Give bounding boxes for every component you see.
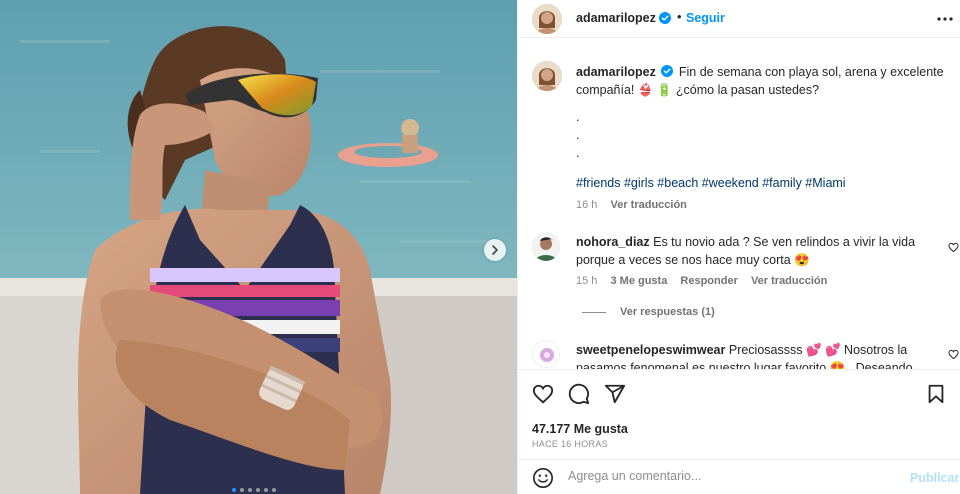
- verified-badge-icon: [661, 65, 674, 77]
- chevron-right-icon: [492, 245, 498, 255]
- commenter-avatar[interactable]: [532, 340, 560, 368]
- view-replies-button[interactable]: Ver respuestas (1): [582, 306, 715, 318]
- share-icon[interactable]: [604, 383, 626, 405]
- caption-time: 16 h: [576, 199, 598, 211]
- view-replies-label: Ver respuestas (1): [620, 306, 715, 318]
- comment-username[interactable]: sweetpenelopeswimwear: [576, 343, 725, 357]
- caption-username[interactable]: adamarilopez: [576, 65, 656, 79]
- more-options-icon[interactable]: [936, 10, 954, 28]
- carousel-indicator: [232, 488, 276, 492]
- post-timestamp: HACE 16 HORAS: [532, 439, 608, 449]
- carousel-dot: [232, 488, 236, 492]
- comment: nohora_diaz Es tu novio ada ? Se ven rel…: [576, 233, 941, 269]
- comment-username[interactable]: nohora_diaz: [576, 235, 650, 249]
- carousel-dot: [272, 488, 276, 492]
- caption-dot: .: [576, 128, 580, 142]
- likes-count[interactable]: 47.177 Me gusta: [532, 422, 628, 436]
- reply-button[interactable]: Responder: [680, 275, 737, 287]
- caption-dot: .: [576, 110, 580, 124]
- author-avatar[interactable]: [532, 4, 562, 34]
- bookmark-icon[interactable]: [925, 383, 947, 405]
- like-comment-heart-icon[interactable]: [948, 349, 959, 360]
- add-comment-bar: Publicar: [518, 459, 960, 494]
- carousel-dot: [256, 488, 260, 492]
- caption-avatar[interactable]: [532, 61, 562, 91]
- caption-hashtags[interactable]: #friends #girls #beach #weekend #family …: [576, 176, 846, 190]
- comment-time: 15 h: [576, 275, 598, 287]
- carousel-next-button[interactable]: [484, 239, 506, 261]
- carousel-dot: [248, 488, 252, 492]
- like-comment-heart-icon[interactable]: [948, 242, 959, 253]
- photo-woman-at-beach: [0, 0, 517, 494]
- comments-list[interactable]: adamarilopez Fin de semana con playa sol…: [518, 47, 960, 369]
- post-caption: adamarilopez Fin de semana con playa sol…: [576, 63, 946, 99]
- author-username[interactable]: adamarilopez: [576, 11, 656, 25]
- comment-icon[interactable]: [568, 383, 590, 405]
- caption-dot: .: [576, 146, 580, 160]
- post-side-panel: adamarilopez • Seguir adamarilopez Fin d…: [517, 0, 960, 494]
- heart-icon[interactable]: [532, 383, 554, 405]
- comment-meta: 15 h 3 Me gusta Responder Ver traducción: [576, 275, 827, 287]
- verified-badge-icon: [659, 12, 671, 24]
- caption-translate-button[interactable]: Ver traducción: [610, 199, 686, 211]
- comment-likes[interactable]: 3 Me gusta: [610, 275, 667, 287]
- comment: sweetpenelopeswimwear Preciosassss 💕 💕 N…: [576, 341, 941, 369]
- replies-line: [582, 311, 606, 313]
- instagram-post: adamarilopez • Seguir adamarilopez Fin d…: [0, 0, 960, 494]
- carousel-dot: [240, 488, 244, 492]
- publish-button[interactable]: Publicar: [910, 471, 959, 485]
- follow-button[interactable]: Seguir: [686, 11, 725, 25]
- commenter-avatar[interactable]: [532, 233, 560, 261]
- post-photo[interactable]: [0, 0, 517, 494]
- comment-input[interactable]: [568, 469, 898, 483]
- post-header: adamarilopez • Seguir: [518, 0, 960, 38]
- caption-meta: 16 h Ver traducción: [576, 199, 687, 211]
- separator-dot: •: [677, 9, 682, 24]
- comment-translate-button[interactable]: Ver traducción: [751, 275, 827, 287]
- post-actions: 47.177 Me gusta HACE 16 HORAS: [518, 369, 960, 459]
- carousel-dot: [264, 488, 268, 492]
- emoji-icon[interactable]: [532, 467, 554, 489]
